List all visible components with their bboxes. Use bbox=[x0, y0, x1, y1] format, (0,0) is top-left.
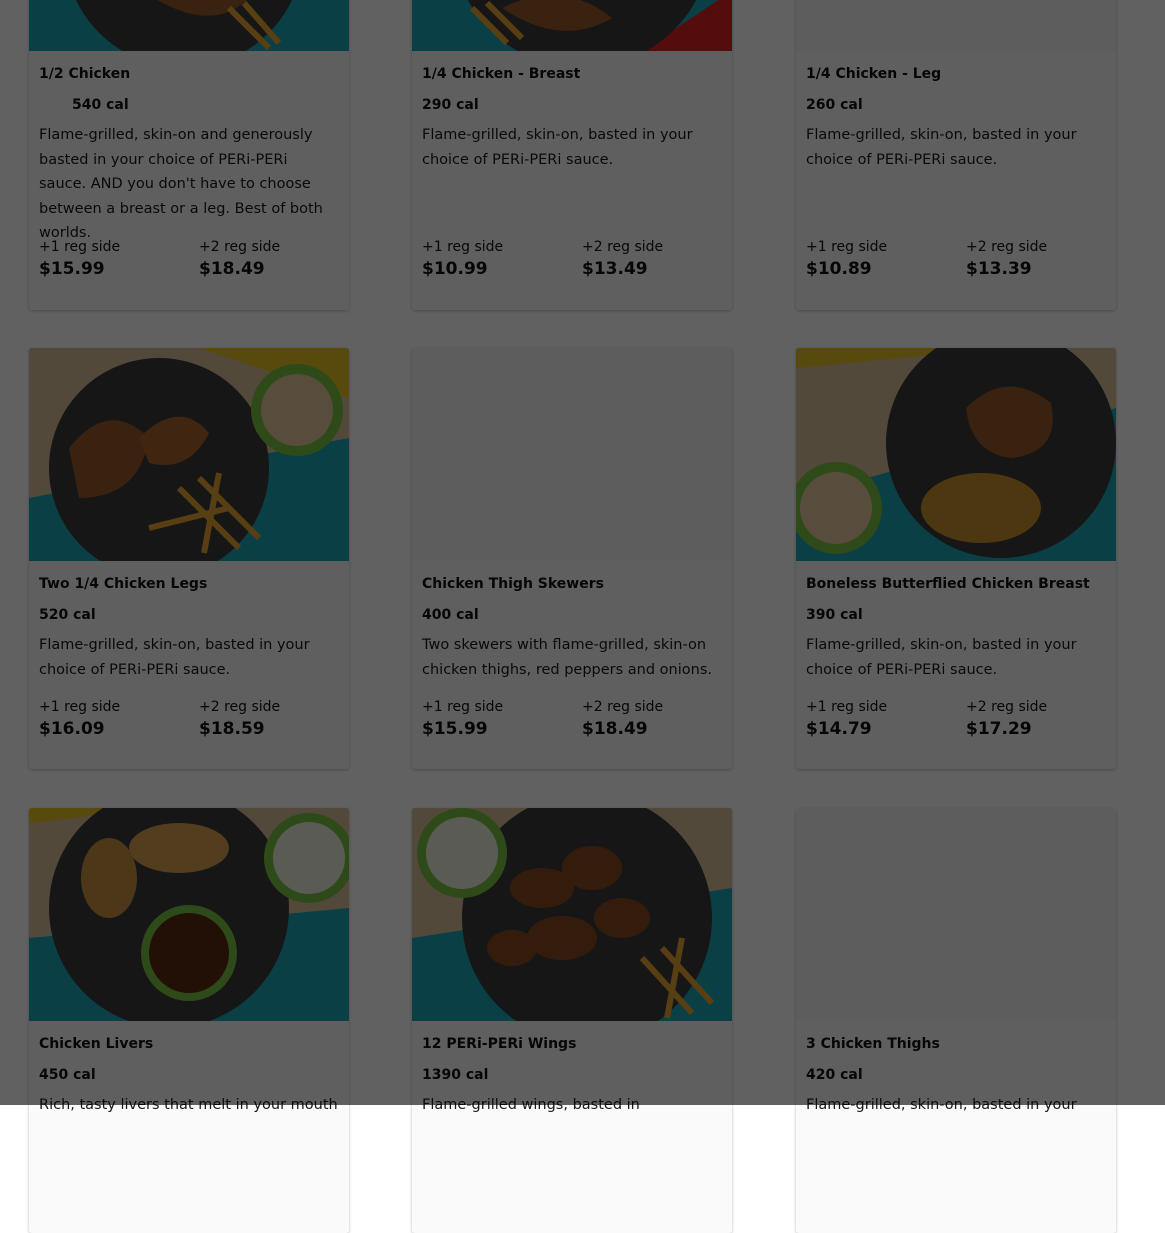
menu-card-chicken-livers[interactable]: Chicken Livers 450 cal Rich, tasty liver… bbox=[29, 808, 349, 1233]
menu-item-image bbox=[29, 0, 349, 51]
price-amount: $15.99 bbox=[422, 719, 488, 739]
menu-item-calories: 450 cal bbox=[39, 1067, 96, 1083]
menu-item-title: Chicken Livers bbox=[39, 1036, 154, 1052]
price-option-label: +1 reg side bbox=[806, 239, 888, 255]
menu-item-title: 3 Chicken Thighs bbox=[806, 1036, 940, 1052]
price-option-1[interactable]: +1 reg side $14.79 bbox=[806, 697, 956, 741]
menu-item-description: Flame-grilled, skin-on, basted in your c… bbox=[806, 127, 1077, 168]
menu-item-title: 1/4 Chicken - Leg bbox=[806, 66, 942, 82]
price-option-2[interactable]: +2 reg side $18.49 bbox=[199, 237, 349, 281]
price-option-2[interactable]: +2 reg side $17.29 bbox=[966, 697, 1116, 741]
price-option-label: +1 reg side bbox=[422, 699, 504, 715]
menu-item-title: 1/4 Chicken - Breast bbox=[422, 66, 581, 82]
price-option-label: +2 reg side bbox=[199, 699, 281, 715]
menu-item-description: Rich, tasty livers that melt in your mou… bbox=[39, 1097, 338, 1113]
menu-item-calories: 290 cal bbox=[422, 97, 479, 113]
menu-item-image bbox=[796, 348, 1116, 561]
price-amount: $10.89 bbox=[806, 259, 872, 279]
price-option-1[interactable]: +1 reg side $15.99 bbox=[39, 237, 189, 281]
price-amount: $16.09 bbox=[39, 719, 105, 739]
menu-card-butterflied-breast[interactable]: Boneless Butterflied Chicken Breast 390 … bbox=[796, 348, 1116, 769]
price-option-label: +1 reg side bbox=[39, 239, 121, 255]
menu-card-three-thighs[interactable]: 3 Chicken Thighs 420 cal Flame-grilled, … bbox=[796, 808, 1116, 1233]
price-amount: $18.49 bbox=[199, 259, 265, 279]
price-amount: $15.99 bbox=[39, 259, 105, 279]
price-option-label: +2 reg side bbox=[199, 239, 281, 255]
menu-item-title: 1/2 Chicken bbox=[39, 66, 131, 82]
price-option-label: +1 reg side bbox=[806, 699, 888, 715]
menu-item-title: Two 1/4 Chicken Legs bbox=[39, 576, 208, 592]
price-amount: $14.79 bbox=[806, 719, 872, 739]
menu-item-description: Flame-grilled, skin-on and generously ba… bbox=[39, 127, 323, 241]
menu-item-title: Boneless Butterflied Chicken Breast bbox=[806, 576, 1090, 592]
menu-item-image bbox=[412, 0, 732, 51]
menu-item-description: Flame-grilled, skin-on, basted in your c… bbox=[39, 637, 310, 678]
menu-item-image-placeholder bbox=[412, 348, 732, 561]
price-amount: $18.59 bbox=[199, 719, 265, 739]
menu-card-half-chicken[interactable]: 1/2 Chicken 540 cal Flame-grilled, skin-… bbox=[29, 0, 349, 310]
price-amount: $18.49 bbox=[582, 719, 648, 739]
price-option-2[interactable]: +2 reg side $18.59 bbox=[199, 697, 349, 741]
menu-item-calories: 260 cal bbox=[806, 97, 863, 113]
menu-item-image bbox=[412, 808, 732, 1021]
menu-item-image bbox=[29, 808, 349, 1021]
menu-item-description: Two skewers with flame-grilled, skin-on … bbox=[422, 637, 712, 678]
menu-item-calories: 400 cal bbox=[422, 607, 479, 623]
price-option-label: +2 reg side bbox=[966, 699, 1048, 715]
price-amount: $17.29 bbox=[966, 719, 1032, 739]
price-option-1[interactable]: +1 reg side $15.99 bbox=[422, 697, 572, 741]
price-option-label: +2 reg side bbox=[582, 239, 664, 255]
menu-card-thigh-skewers[interactable]: Chicken Thigh Skewers 400 cal Two skewer… bbox=[412, 348, 732, 769]
menu-item-title: Chicken Thigh Skewers bbox=[422, 576, 604, 592]
price-amount: $13.39 bbox=[966, 259, 1032, 279]
menu-card-quarter-breast[interactable]: 1/4 Chicken - Breast 290 cal Flame-grill… bbox=[412, 0, 732, 310]
menu-item-calories: 540 cal bbox=[72, 97, 129, 113]
menu-item-description: Flame-grilled, skin-on, basted in your c… bbox=[806, 637, 1077, 678]
menu-item-description: Flame-grilled, skin-on, basted in your c… bbox=[422, 127, 693, 168]
menu-item-calories: 390 cal bbox=[806, 607, 863, 623]
price-option-2[interactable]: +2 reg side $13.49 bbox=[582, 237, 732, 281]
price-option-1[interactable]: +1 reg side $16.09 bbox=[39, 697, 189, 741]
menu-card-two-quarter-legs[interactable]: Two 1/4 Chicken Legs 520 cal Flame-grill… bbox=[29, 348, 349, 769]
menu-item-image-placeholder bbox=[796, 0, 1116, 51]
price-option-2[interactable]: +2 reg side $18.49 bbox=[582, 697, 732, 741]
menu-item-title: 12 PERi-PERi Wings bbox=[422, 1036, 577, 1052]
menu-item-calories: 420 cal bbox=[806, 1067, 863, 1083]
menu-card-quarter-leg[interactable]: 1/4 Chicken - Leg 260 cal Flame-grilled,… bbox=[796, 0, 1116, 310]
menu-card-peri-wings[interactable]: 12 PERi-PERi Wings 1390 cal Flame-grille… bbox=[412, 808, 732, 1233]
price-amount: $10.99 bbox=[422, 259, 488, 279]
menu-item-image bbox=[29, 348, 349, 561]
menu-item-calories: 520 cal bbox=[39, 607, 96, 623]
price-option-2[interactable]: +2 reg side $13.39 bbox=[966, 237, 1116, 281]
price-option-label: +1 reg side bbox=[422, 239, 504, 255]
price-option-label: +2 reg side bbox=[966, 239, 1048, 255]
menu-item-image-placeholder bbox=[796, 808, 1116, 1021]
price-amount: $13.49 bbox=[582, 259, 648, 279]
price-option-label: +1 reg side bbox=[39, 699, 121, 715]
menu-item-calories: 1390 cal bbox=[422, 1067, 489, 1083]
menu-item-description: Flame-grilled, skin-on, basted in your bbox=[806, 1097, 1077, 1113]
menu-item-description: Flame-grilled wings, basted in bbox=[422, 1097, 640, 1113]
price-option-label: +2 reg side bbox=[582, 699, 664, 715]
price-option-1[interactable]: +1 reg side $10.99 bbox=[422, 237, 572, 281]
price-option-1[interactable]: +1 reg side $10.89 bbox=[806, 237, 956, 281]
